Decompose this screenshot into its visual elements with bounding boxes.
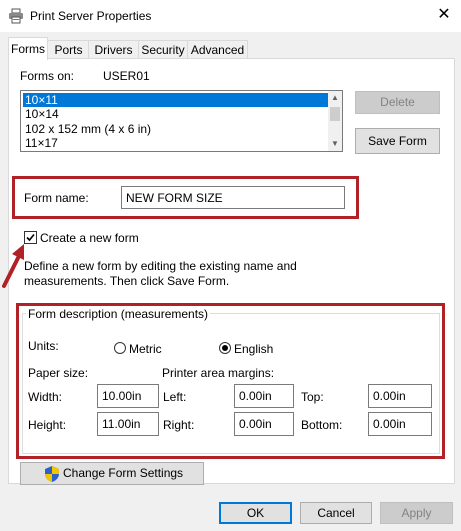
list-item[interactable]: 10×11 xyxy=(23,93,331,107)
top-margin-label: Top: xyxy=(301,390,324,404)
width-label: Width: xyxy=(28,390,63,404)
tab-security[interactable]: Security xyxy=(138,40,188,59)
metric-radio[interactable] xyxy=(114,342,126,354)
radio-selected-icon xyxy=(222,345,228,351)
hint-line-2: measurements. Then click Save Form. xyxy=(24,274,230,288)
tab-drivers[interactable]: Drivers xyxy=(88,40,139,59)
tab-advanced[interactable]: Advanced xyxy=(187,40,248,59)
bottom-margin-input[interactable] xyxy=(368,412,432,436)
height-label: Height: xyxy=(28,418,67,432)
title-bar: Print Server Properties ✕ xyxy=(0,0,461,32)
tab-ports[interactable]: Ports xyxy=(47,40,90,59)
create-new-form-label: Create a new form xyxy=(40,231,139,245)
right-margin-label: Right: xyxy=(163,418,195,432)
forms-on-label: Forms on: xyxy=(20,69,75,83)
top-margin-input[interactable] xyxy=(368,384,432,408)
scroll-up-icon[interactable]: ▲ xyxy=(328,91,342,105)
tab-forms[interactable]: Forms xyxy=(8,37,48,60)
english-label: English xyxy=(234,342,274,356)
list-item[interactable]: 102 x 152 mm (4 x 6 in) xyxy=(23,122,331,136)
left-margin-label: Left: xyxy=(163,390,187,404)
bottom-margin-label: Bottom: xyxy=(301,418,343,432)
close-icon[interactable]: ✕ xyxy=(432,4,456,26)
width-input[interactable] xyxy=(97,384,159,408)
forms-list[interactable]: 10×11 10×14 102 x 152 mm (4 x 6 in) 11×1… xyxy=(20,90,343,152)
list-scrollbar[interactable]: ▲ ▼ xyxy=(328,91,342,151)
left-margin-input[interactable] xyxy=(234,384,294,408)
change-form-settings-label: Change Form Settings xyxy=(63,466,184,480)
scroll-down-icon[interactable]: ▼ xyxy=(328,137,342,151)
list-item[interactable]: 11×17 xyxy=(23,136,331,150)
printer-margins-label: Printer area margins: xyxy=(162,366,275,380)
delete-button[interactable]: Delete xyxy=(355,91,440,114)
units-label: Units: xyxy=(28,339,59,353)
height-input[interactable] xyxy=(97,412,159,436)
hint-line-1: Define a new form by editing the existin… xyxy=(24,259,297,273)
english-radio[interactable] xyxy=(219,342,231,354)
form-description-title: Form description (measurements) xyxy=(26,306,211,322)
list-item[interactable]: 10×14 xyxy=(23,107,331,121)
metric-label: Metric xyxy=(129,342,162,356)
server-name: USER01 xyxy=(103,69,150,83)
apply-button[interactable]: Apply xyxy=(380,502,453,524)
scroll-thumb[interactable] xyxy=(330,107,340,121)
change-form-settings-button[interactable]: Change Form Settings xyxy=(20,462,204,485)
uac-shield-icon xyxy=(45,466,59,482)
window-title: Print Server Properties xyxy=(30,9,152,23)
form-name-input[interactable] xyxy=(121,186,345,209)
save-form-button[interactable]: Save Form xyxy=(355,128,440,154)
ok-button[interactable]: OK xyxy=(219,502,292,524)
cancel-button[interactable]: Cancel xyxy=(300,502,372,524)
paper-size-label: Paper size: xyxy=(28,366,89,380)
printer-icon xyxy=(9,8,23,24)
form-name-label: Form name: xyxy=(24,191,89,205)
right-margin-input[interactable] xyxy=(234,412,294,436)
